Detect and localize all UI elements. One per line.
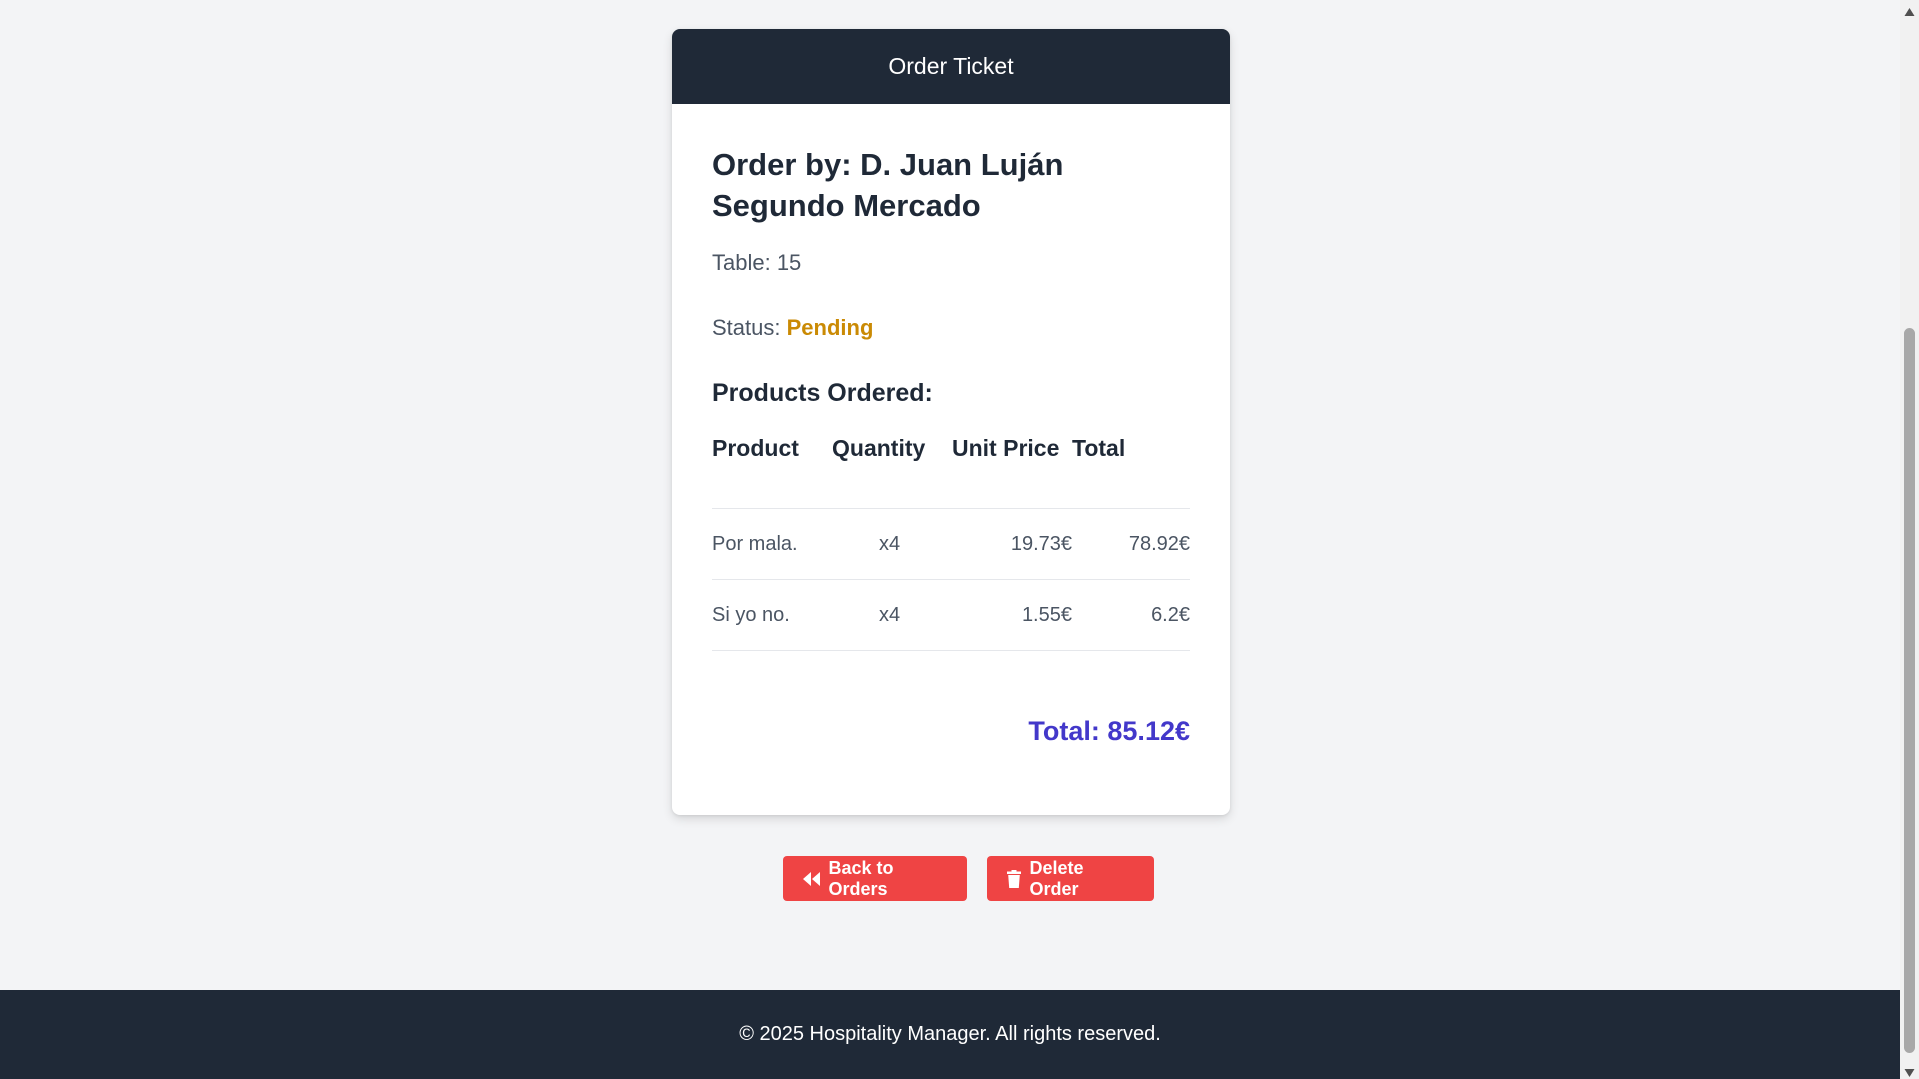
column-header-unit-price: Unit Price	[952, 435, 1060, 461]
scroll-down-arrow-icon[interactable]	[1904, 1065, 1915, 1077]
column-header-quantity: Quantity	[832, 435, 926, 461]
order-total: Total: 85.12€	[1028, 716, 1190, 746]
order-ticket-card: Order Ticket Order by: D. Juan Luján Seg…	[672, 29, 1230, 815]
column-header-total: Total	[1072, 435, 1126, 461]
cell-total: 6.2€	[1151, 603, 1190, 626]
page: Order Ticket Order by: D. Juan Luján Seg…	[0, 0, 1900, 1079]
back-to-orders-label: Back to Orders	[828, 857, 894, 899]
delete-order-button[interactable]: Delete Order	[986, 856, 1154, 901]
card-body: Order by: D. Juan Luján Segundo Mercado …	[672, 104, 1230, 815]
products-table: Product Quantity Unit Price Total Por ma…	[712, 429, 1190, 651]
vertical-scrollbar[interactable]	[1900, 0, 1919, 1079]
products-heading: Products Ordered:	[712, 379, 933, 407]
cell-quantity: x4	[878, 532, 901, 555]
cell-total: 78.92€	[1128, 532, 1190, 555]
cell-product: Por mala.	[712, 532, 798, 555]
table-row: Por mala. x4 19.73€ 78.92€	[712, 509, 1190, 580]
card-title: Order Ticket	[888, 53, 1014, 79]
table-header: Product Quantity Unit Price Total	[712, 429, 1190, 509]
cell-unit-price: 1.55€	[1021, 603, 1072, 626]
order-customer: Order by: D. Juan Luján Segundo Mercado	[712, 144, 1182, 226]
action-buttons: Back to Orders Delete Order	[0, 856, 1900, 901]
trash-icon	[1006, 869, 1021, 888]
cell-unit-price: 19.73€	[1010, 532, 1072, 555]
back-to-orders-button[interactable]: Back to Orders	[782, 856, 967, 901]
footer-text: © 2025 Hospitality Manager. All rights r…	[739, 1023, 1161, 1045]
status-label: Status:	[712, 315, 781, 340]
table-number: Table: 15	[712, 250, 802, 275]
scrollbar-thumb[interactable]	[1904, 328, 1915, 1053]
order-status: Status: Pending	[712, 315, 873, 341]
table-row: Si yo no. x4 1.55€ 6.2€	[712, 580, 1190, 651]
customer-prefix: Order by:	[712, 147, 852, 182]
delete-order-label: Delete Order	[1029, 857, 1084, 899]
cell-quantity: x4	[878, 603, 901, 626]
cell-product: Si yo no.	[712, 603, 790, 626]
column-header-product: Product	[712, 435, 799, 461]
scroll-up-arrow-icon[interactable]	[1904, 4, 1915, 16]
status-badge: Pending	[786, 315, 874, 340]
backward-icon	[802, 871, 820, 886]
footer: © 2025 Hospitality Manager. All rights r…	[0, 990, 1900, 1079]
card-header: Order Ticket	[672, 29, 1230, 104]
